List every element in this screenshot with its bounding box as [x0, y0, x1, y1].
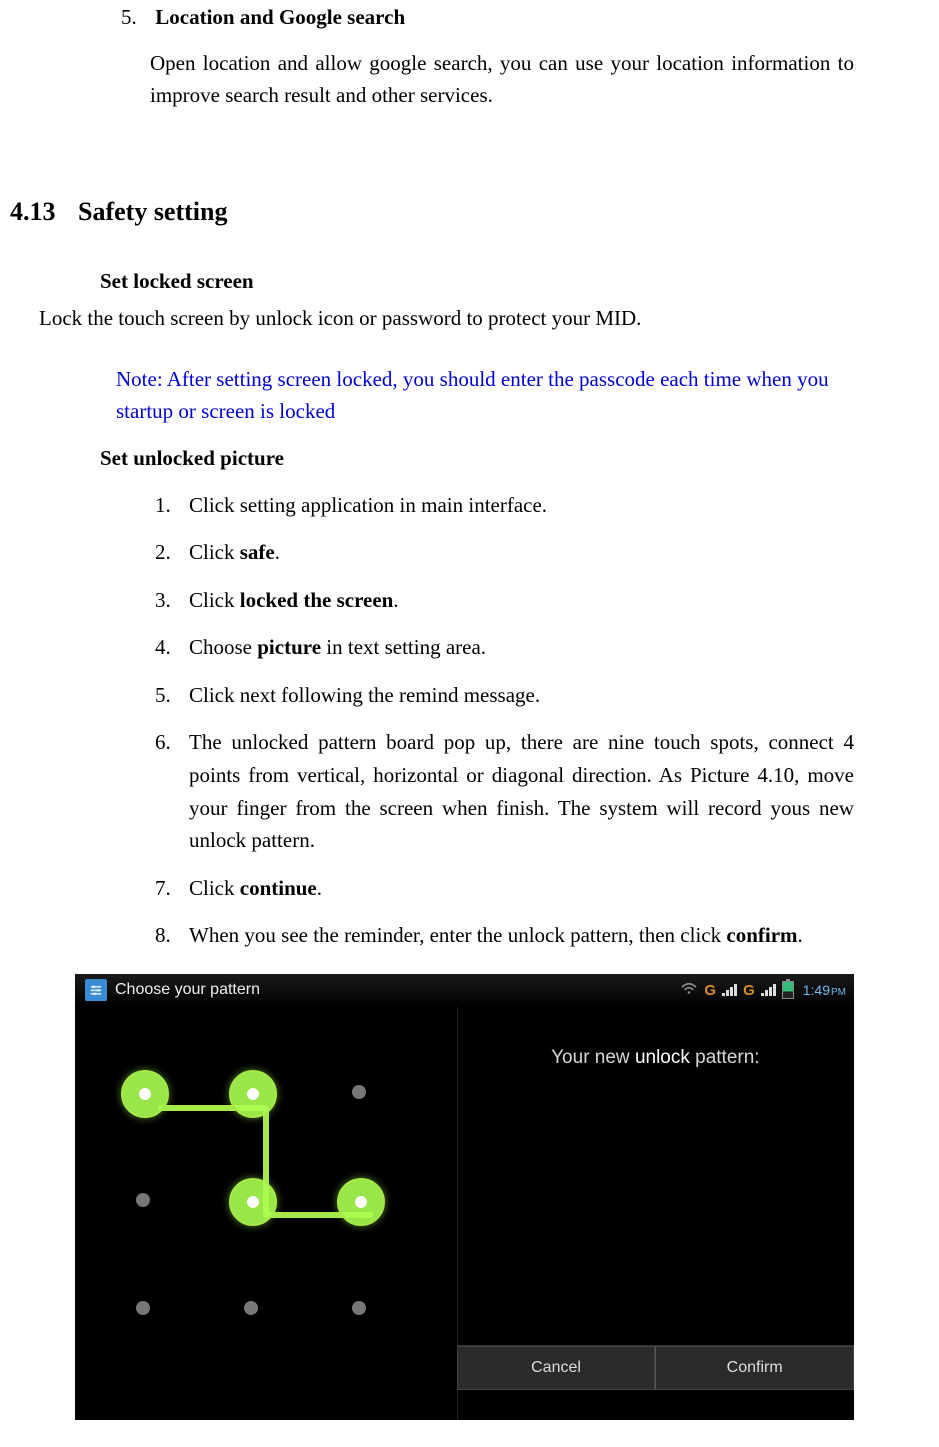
heading-number: 4.13 — [10, 197, 56, 227]
step-1: 1.Click setting application in main inte… — [155, 489, 854, 522]
pattern-dot[interactable] — [136, 1193, 150, 1207]
pattern-dot-active[interactable] — [229, 1070, 277, 1118]
step-3: 3.Click locked the screen. — [155, 584, 854, 617]
network-g1: G — [704, 982, 716, 999]
item5-title: Location and Google search — [155, 5, 405, 29]
list-item-5: 5. Location and Google search — [75, 2, 854, 34]
screenshot-pattern: Choose your pattern G G 1:49PM — [75, 974, 854, 1420]
heading-title: Safety setting — [78, 197, 227, 226]
signal-icon-1 — [722, 984, 737, 996]
message-pane: Your new unlock pattern: Cancel Confirm — [457, 1007, 854, 1420]
step-2: 2.Click safe. — [155, 536, 854, 569]
step-8: 8.When you see the reminder, enter the u… — [155, 919, 854, 952]
page-number: 44 — [0, 1399, 939, 1422]
steps-list: 1.Click setting application in main inte… — [75, 489, 854, 952]
signal-icon-2 — [761, 984, 776, 996]
subheading-set-unlocked: Set unlocked picture — [100, 446, 854, 471]
step-6: 6.The unlocked pattern board pop up, the… — [155, 726, 854, 856]
cancel-button[interactable]: Cancel — [457, 1346, 656, 1390]
statusbar-right: G G 1:49PM — [680, 981, 854, 999]
pattern-grid[interactable] — [136, 1085, 396, 1345]
pattern-dot-active[interactable] — [229, 1178, 277, 1226]
item5-body: Open location and allow google search, y… — [75, 47, 854, 112]
step-4: 4.Choose picture in text setting area. — [155, 631, 854, 664]
heading-4-13: 4.13 Safety setting — [10, 197, 854, 227]
pattern-dot-active[interactable] — [337, 1178, 385, 1226]
pattern-dot-active[interactable] — [121, 1070, 169, 1118]
settings-icon — [85, 979, 107, 1001]
note-text: Note: After setting screen locked, you s… — [0, 363, 854, 428]
pattern-pane[interactable] — [75, 1007, 457, 1420]
network-g2: G — [743, 982, 755, 999]
pattern-dot[interactable] — [244, 1301, 258, 1315]
step-5: 5.Click next following the remind messag… — [155, 679, 854, 712]
status-time: 1:49PM — [803, 982, 846, 998]
battery-icon — [782, 981, 794, 999]
pattern-dot[interactable] — [136, 1301, 150, 1315]
subheading-set-locked: Set locked screen — [100, 269, 854, 294]
statusbar-title: Choose your pattern — [115, 981, 260, 999]
pattern-message: Your new unlock pattern: — [457, 1047, 854, 1069]
pattern-dot[interactable] — [352, 1301, 366, 1315]
status-bar: Choose your pattern G G 1:49PM — [75, 974, 854, 1007]
confirm-button[interactable]: Confirm — [655, 1346, 854, 1390]
lock-description: Lock the touch screen by unlock icon or … — [39, 306, 854, 331]
wifi-icon — [680, 982, 698, 999]
step-7: 7.Click continue. — [155, 872, 854, 905]
button-row: Cancel Confirm — [457, 1345, 854, 1390]
pattern-dot[interactable] — [352, 1085, 366, 1099]
